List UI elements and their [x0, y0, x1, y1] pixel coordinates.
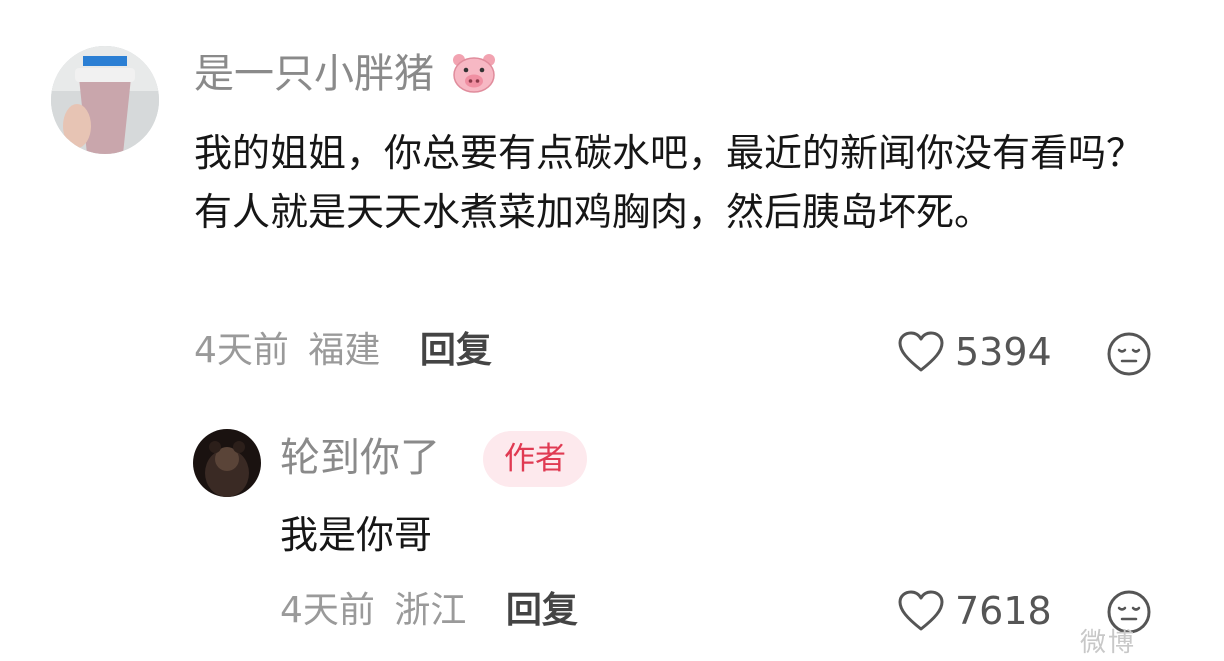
comment-like-count: 5394	[955, 330, 1052, 374]
replier-avatar[interactable]	[193, 429, 261, 497]
comment-like-button[interactable]: 5394	[897, 330, 1052, 374]
replier-name[interactable]: 轮到你了	[280, 438, 440, 478]
watermark: 微博	[1080, 628, 1137, 658]
reply-text: 我是你哥	[280, 513, 433, 557]
comment-dislike-button[interactable]	[1106, 331, 1152, 381]
meh-face-icon	[1106, 331, 1152, 381]
reply-location: 浙江	[394, 590, 467, 631]
author-badge: 作者	[483, 431, 587, 487]
comment-location: 福建	[308, 330, 381, 371]
comment-reply-button[interactable]: 回复	[420, 330, 492, 371]
comment-text: 我的姐姐，你总要有点碳水吧，最近的新闻你没有看吗？有人就是天天水煮菜加鸡胸肉，然…	[194, 131, 1145, 234]
reply-meta: 4天前 浙江 回复	[280, 593, 578, 629]
commenter-name[interactable]: 是一只小胖猪	[194, 53, 497, 100]
commenter-name-text[interactable]: 是一只小胖猪	[194, 51, 434, 97]
comment-time: 4天前	[194, 330, 289, 371]
commenter-avatar[interactable]	[51, 46, 159, 154]
reply-time: 4天前	[280, 590, 375, 631]
heart-icon	[897, 330, 945, 374]
reply-like-button[interactable]: 7618	[897, 589, 1052, 633]
reply-reply-button[interactable]: 回复	[506, 590, 578, 631]
comment-meta: 4天前 福建 回复	[194, 333, 492, 369]
reply-like-count: 7618	[955, 589, 1052, 633]
heart-icon	[897, 589, 945, 633]
pig-face-icon	[451, 53, 497, 100]
